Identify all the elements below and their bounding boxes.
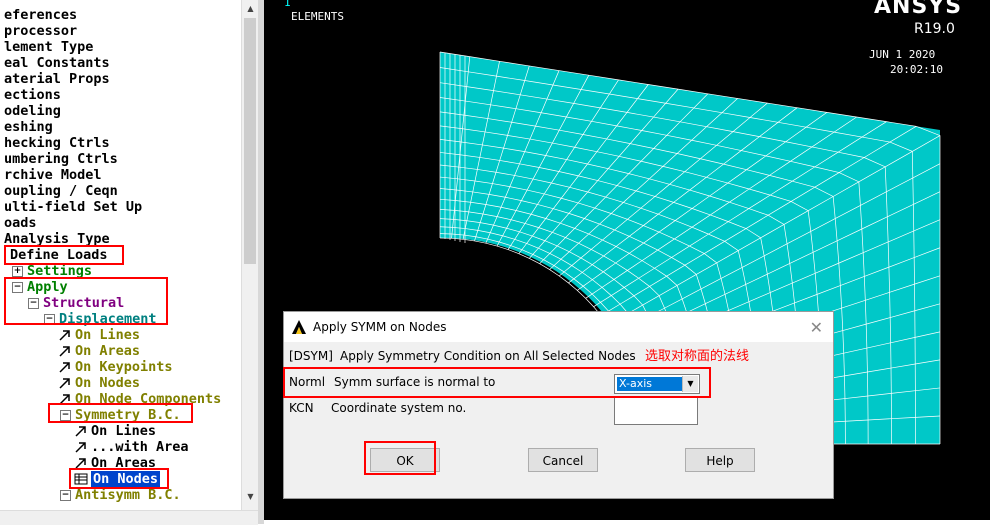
tree-item[interactable]: ections	[4, 87, 61, 103]
coordinate-system-field[interactable]	[614, 396, 698, 425]
tree-item[interactable]: On Lines	[91, 423, 156, 439]
tree-item[interactable]: eal Constants	[4, 55, 110, 71]
cancel-button[interactable]: Cancel	[528, 448, 598, 472]
tree-item[interactable]: eferences	[4, 7, 77, 23]
highlight-on-nodes	[69, 468, 169, 489]
action-arrow-icon	[59, 378, 70, 389]
highlight-symmetry-bc	[48, 403, 193, 423]
highlight-ok-button	[364, 441, 436, 475]
action-arrow-icon	[75, 426, 86, 437]
annotation-text: 选取对称面的法线	[645, 349, 750, 364]
tree-item[interactable]: hecking Ctrls	[4, 135, 110, 151]
kcn-code: KCN	[289, 401, 314, 415]
dsym-code: [DSYM]	[289, 349, 333, 363]
action-arrow-icon	[75, 442, 86, 453]
tree-item[interactable]: oads	[4, 215, 37, 231]
tree-item[interactable]: processor	[4, 23, 77, 39]
scroll-up-icon[interactable]: ▲	[243, 2, 258, 16]
tree-item[interactable]: ulti-field Set Up	[4, 199, 142, 215]
tree-item[interactable]: lement Type	[4, 39, 93, 55]
tree-item[interactable]: On Lines	[75, 327, 140, 343]
tree-item[interactable]: eshing	[4, 119, 53, 135]
tree-item[interactable]: On Keypoints	[75, 359, 173, 375]
tree-item[interactable]: rchive Model	[4, 167, 102, 183]
action-arrow-icon	[59, 330, 70, 341]
tree-item[interactable]: ...with Area	[91, 439, 189, 455]
help-button[interactable]: Help	[685, 448, 755, 472]
collapse-icon[interactable]: −	[60, 490, 71, 501]
tree-item[interactable]: On Areas	[75, 343, 140, 359]
tree-item[interactable]: On Nodes	[75, 375, 140, 391]
close-icon[interactable]: ✕	[810, 318, 823, 337]
tree-item[interactable]: umbering Ctrls	[4, 151, 118, 167]
action-arrow-icon	[59, 346, 70, 357]
ansys-app-icon	[292, 320, 306, 334]
dialog-titlebar[interactable]: Apply SYMM on Nodes ✕	[284, 312, 833, 342]
tree-horizontal-scrollbar[interactable]	[0, 510, 258, 525]
scrollbar-thumb[interactable]	[244, 18, 256, 264]
tree-item[interactable]: aterial Props	[4, 71, 110, 87]
scroll-down-icon[interactable]: ▼	[243, 490, 258, 504]
tree-item[interactable]: oupling / Ceqn	[4, 183, 118, 199]
tree-vertical-scrollbar[interactable]: ▲ ▼	[241, 0, 259, 510]
kcn-description: Coordinate system no.	[331, 401, 467, 415]
tree-item[interactable]: Antisymm B.C.	[75, 487, 181, 503]
dialog-title: Apply SYMM on Nodes	[313, 320, 447, 334]
action-arrow-icon	[59, 362, 70, 373]
highlight-define-loads	[4, 245, 124, 265]
tree-item[interactable]: odeling	[4, 103, 61, 119]
highlight-apply-structural	[4, 277, 168, 325]
dsym-description: Apply Symmetry Condition on All Selected…	[340, 349, 636, 363]
highlight-normal-row	[283, 367, 711, 398]
expand-icon[interactable]: +	[12, 266, 23, 277]
